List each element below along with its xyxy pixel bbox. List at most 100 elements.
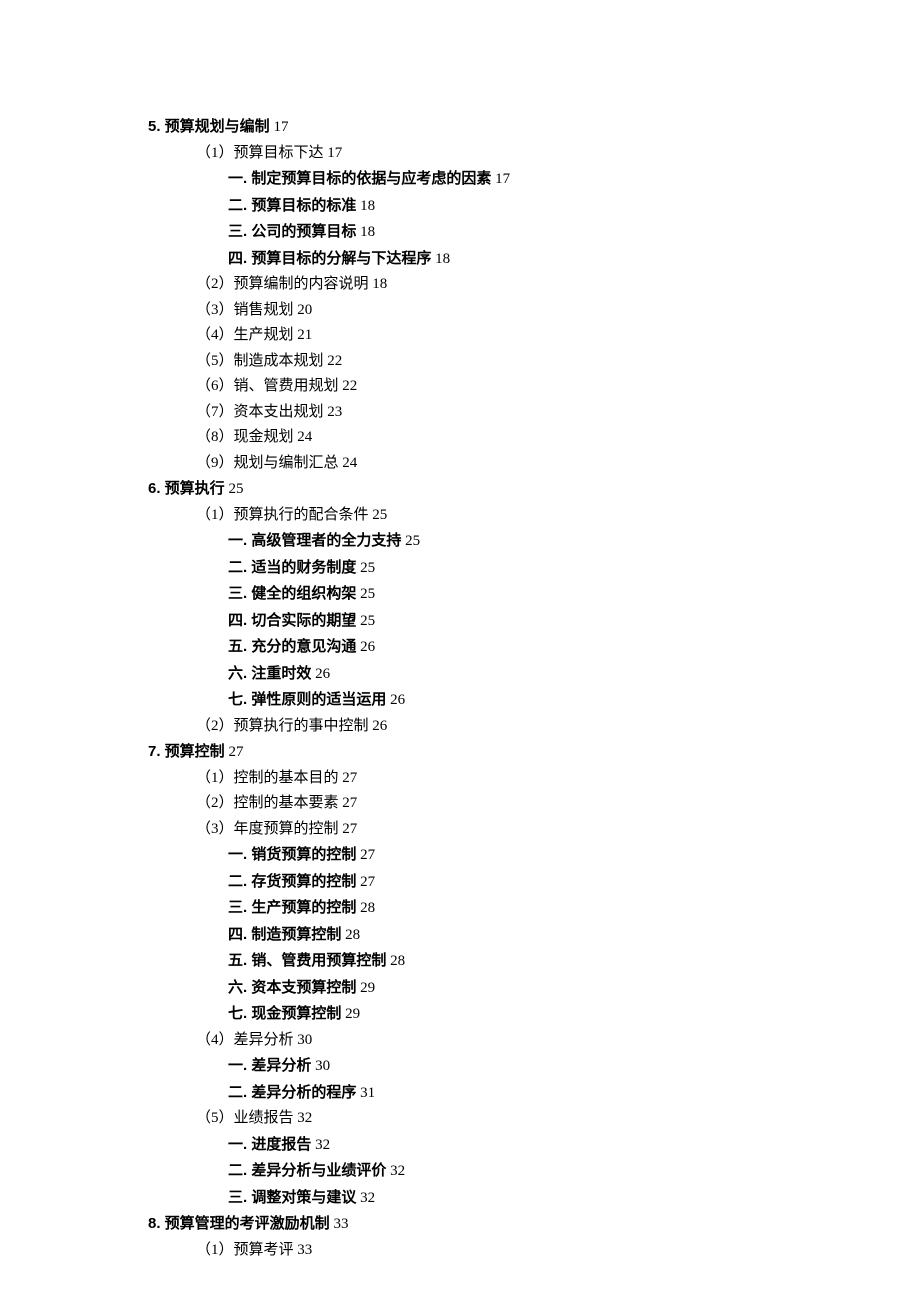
toc-entry: 6. 预算执行 25 bbox=[148, 476, 920, 503]
toc-entry-title: 一. 差异分析 bbox=[228, 1057, 311, 1074]
toc-entry: （1）控制的基本目的 27 bbox=[148, 766, 920, 792]
toc-entry-title: 六. 资本支预算控制 bbox=[228, 979, 356, 996]
toc-entry-title: 六. 注重时效 bbox=[228, 665, 311, 682]
toc-entry-title: 7. 预算控制 bbox=[148, 743, 225, 760]
toc-entry: （2）控制的基本要素 27 bbox=[148, 791, 920, 817]
toc-entry: 七. 现金预算控制 29 bbox=[148, 1001, 920, 1028]
toc-entry: （1）预算执行的配合条件 25 bbox=[148, 503, 920, 529]
toc-entry: （3）销售规划 20 bbox=[148, 298, 920, 324]
toc-entry: （1）预算考评 33 bbox=[148, 1238, 920, 1264]
toc-entry-title: （2）预算执行的事中控制 bbox=[196, 718, 369, 734]
toc-entry: （4）生产规划 21 bbox=[148, 323, 920, 349]
toc-entry: 四. 切合实际的期望 25 bbox=[148, 608, 920, 635]
toc-entry: 二. 预算目标的标准 18 bbox=[148, 193, 920, 220]
toc-entry-page: 25 bbox=[360, 613, 375, 629]
toc-entry: （4）差异分析 30 bbox=[148, 1028, 920, 1054]
toc-entry: 六. 注重时效 26 bbox=[148, 661, 920, 688]
toc-entry-page: 18 bbox=[372, 276, 387, 292]
toc-entry-page: 26 bbox=[315, 666, 330, 682]
toc-entry-title: 四. 切合实际的期望 bbox=[228, 612, 356, 629]
toc-entry: 五. 充分的意见沟通 26 bbox=[148, 634, 920, 661]
toc-entry-title: （2）控制的基本要素 bbox=[196, 795, 339, 811]
toc-entry-title: （4）生产规划 bbox=[196, 327, 294, 343]
toc-entry: 5. 预算规划与编制 17 bbox=[148, 114, 920, 141]
toc-entry-title: 七. 现金预算控制 bbox=[228, 1005, 341, 1022]
toc-entry: （6）销、管费用规划 22 bbox=[148, 374, 920, 400]
toc-entry-page: 25 bbox=[405, 533, 420, 549]
toc-entry: 四. 预算目标的分解与下达程序 18 bbox=[148, 246, 920, 273]
toc-entry-title: 一. 进度报告 bbox=[228, 1136, 311, 1153]
toc-entry: （8）现金规划 24 bbox=[148, 425, 920, 451]
toc-entry-page: 27 bbox=[342, 770, 357, 786]
toc-entry: 二. 适当的财务制度 25 bbox=[148, 555, 920, 582]
toc-entry-page: 26 bbox=[390, 692, 405, 708]
toc-entry: 二. 存货预算的控制 27 bbox=[148, 869, 920, 896]
toc-entry-title: 8. 预算管理的考评激励机制 bbox=[148, 1215, 330, 1232]
toc-entry-title: （3）年度预算的控制 bbox=[196, 821, 339, 837]
toc-entry-title: （8）现金规划 bbox=[196, 429, 294, 445]
toc-entry-page: 24 bbox=[342, 455, 357, 471]
toc-entry-page: 26 bbox=[372, 718, 387, 734]
toc-entry-title: 三. 生产预算的控制 bbox=[228, 899, 356, 916]
toc-entry-page: 33 bbox=[333, 1216, 348, 1232]
toc-entry-title: 一. 制定预算目标的依据与应考虑的因素 bbox=[228, 170, 491, 187]
toc-entry-page: 31 bbox=[360, 1085, 375, 1101]
toc-entry: （5）制造成本规划 22 bbox=[148, 349, 920, 375]
toc-entry: 8. 预算管理的考评激励机制 33 bbox=[148, 1211, 920, 1238]
toc-entry-title: （5）制造成本规划 bbox=[196, 353, 324, 369]
toc-entry-page: 32 bbox=[360, 1190, 375, 1206]
toc-entry: 六. 资本支预算控制 29 bbox=[148, 975, 920, 1002]
toc-entry-title: 5. 预算规划与编制 bbox=[148, 118, 270, 135]
toc-entry-page: 18 bbox=[435, 251, 450, 267]
toc-entry-title: 二. 差异分析的程序 bbox=[228, 1084, 356, 1101]
toc-entry-title: 四. 预算目标的分解与下达程序 bbox=[228, 250, 431, 267]
toc-entry-page: 25 bbox=[372, 507, 387, 523]
toc-entry: 一. 高级管理者的全力支持 25 bbox=[148, 528, 920, 555]
toc-entry-page: 26 bbox=[360, 639, 375, 655]
toc-entry: （2）预算执行的事中控制 26 bbox=[148, 714, 920, 740]
toc-entry-title: 四. 制造预算控制 bbox=[228, 926, 341, 943]
toc-entry-title: （1）预算考评 bbox=[196, 1242, 294, 1258]
toc-entry: 二. 差异分析的程序 31 bbox=[148, 1080, 920, 1107]
toc-entry-page: 17 bbox=[273, 119, 288, 135]
toc-entry: 一. 销货预算的控制 27 bbox=[148, 842, 920, 869]
toc-entry-title: 三. 健全的组织构架 bbox=[228, 585, 356, 602]
toc-entry-page: 25 bbox=[360, 560, 375, 576]
toc-entry-title: （3）销售规划 bbox=[196, 302, 294, 318]
toc-entry-title: 二. 存货预算的控制 bbox=[228, 873, 356, 890]
toc-entry: 四. 制造预算控制 28 bbox=[148, 922, 920, 949]
toc-entry: 二. 差异分析与业绩评价 32 bbox=[148, 1158, 920, 1185]
toc-entry-page: 22 bbox=[327, 353, 342, 369]
toc-entry: 一. 制定预算目标的依据与应考虑的因素 17 bbox=[148, 166, 920, 193]
toc-entry-title: （9）规划与编制汇总 bbox=[196, 455, 339, 471]
toc-entry-page: 22 bbox=[342, 378, 357, 394]
toc-entry-title: （4）差异分析 bbox=[196, 1032, 294, 1048]
toc-entry-title: （1）预算执行的配合条件 bbox=[196, 507, 369, 523]
toc-entry-page: 27 bbox=[360, 847, 375, 863]
toc-entry-title: 二. 适当的财务制度 bbox=[228, 559, 356, 576]
toc-entry-page: 32 bbox=[297, 1110, 312, 1126]
toc-entry-title: （7）资本支出规划 bbox=[196, 404, 324, 420]
toc-entry-page: 21 bbox=[297, 327, 312, 343]
toc-entry-page: 28 bbox=[390, 953, 405, 969]
toc-entry: 三. 公司的预算目标 18 bbox=[148, 219, 920, 246]
toc-entry-page: 25 bbox=[360, 586, 375, 602]
toc-entry-title: （2）预算编制的内容说明 bbox=[196, 276, 369, 292]
toc-entry-title: （5）业绩报告 bbox=[196, 1110, 294, 1126]
toc-entry: 七. 弹性原则的适当运用 26 bbox=[148, 687, 920, 714]
toc-entry: （2）预算编制的内容说明 18 bbox=[148, 272, 920, 298]
toc-entry: 三. 健全的组织构架 25 bbox=[148, 581, 920, 608]
toc-entry-page: 33 bbox=[297, 1242, 312, 1258]
toc-entry: （3）年度预算的控制 27 bbox=[148, 817, 920, 843]
toc-entry: （1）预算目标下达 17 bbox=[148, 141, 920, 167]
toc-entry-title: 一. 高级管理者的全力支持 bbox=[228, 532, 401, 549]
toc-entry-title: 二. 差异分析与业绩评价 bbox=[228, 1162, 386, 1179]
toc-entry-title: 6. 预算执行 bbox=[148, 480, 225, 497]
toc-entry: 一. 进度报告 32 bbox=[148, 1132, 920, 1159]
toc-entry: （7）资本支出规划 23 bbox=[148, 400, 920, 426]
toc-entry: 三. 生产预算的控制 28 bbox=[148, 895, 920, 922]
toc-entry-title: 一. 销货预算的控制 bbox=[228, 846, 356, 863]
toc-entry-title: 三. 调整对策与建议 bbox=[228, 1189, 356, 1206]
toc-entry: 7. 预算控制 27 bbox=[148, 739, 920, 766]
toc-container: 5. 预算规划与编制 17（1）预算目标下达 17一. 制定预算目标的依据与应考… bbox=[148, 114, 920, 1263]
